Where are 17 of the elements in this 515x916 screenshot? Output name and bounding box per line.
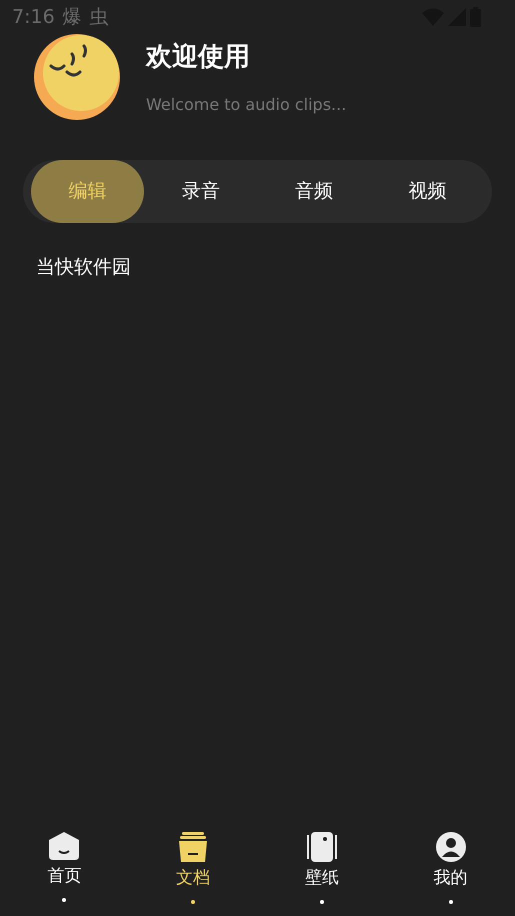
notification-icon: 虫 [90,2,109,32]
folder-stack-icon [178,832,208,862]
nav-tab[interactable]: 首页 [0,832,129,916]
welcome-subtitle: Welcome to audio clips... [146,94,346,116]
home-icon [49,832,80,860]
tab[interactable]: 音频 [258,160,371,223]
list-item[interactable]: 当快软件园 [0,223,515,282]
notification-icon: 爆 [62,2,82,32]
nav-tab[interactable]: 壁纸 [258,832,386,916]
profile-icon [436,832,466,862]
tab[interactable]: 录音 [144,160,258,223]
tab[interactable]: 视频 [370,160,484,223]
welcome-title: 欢迎使用 [146,41,251,74]
phone-icon [306,832,337,862]
nav-tab[interactable]: 文档 [128,832,258,916]
status-time: 7:16 [12,4,55,30]
nav-tab[interactable]: 我的 [386,832,515,916]
